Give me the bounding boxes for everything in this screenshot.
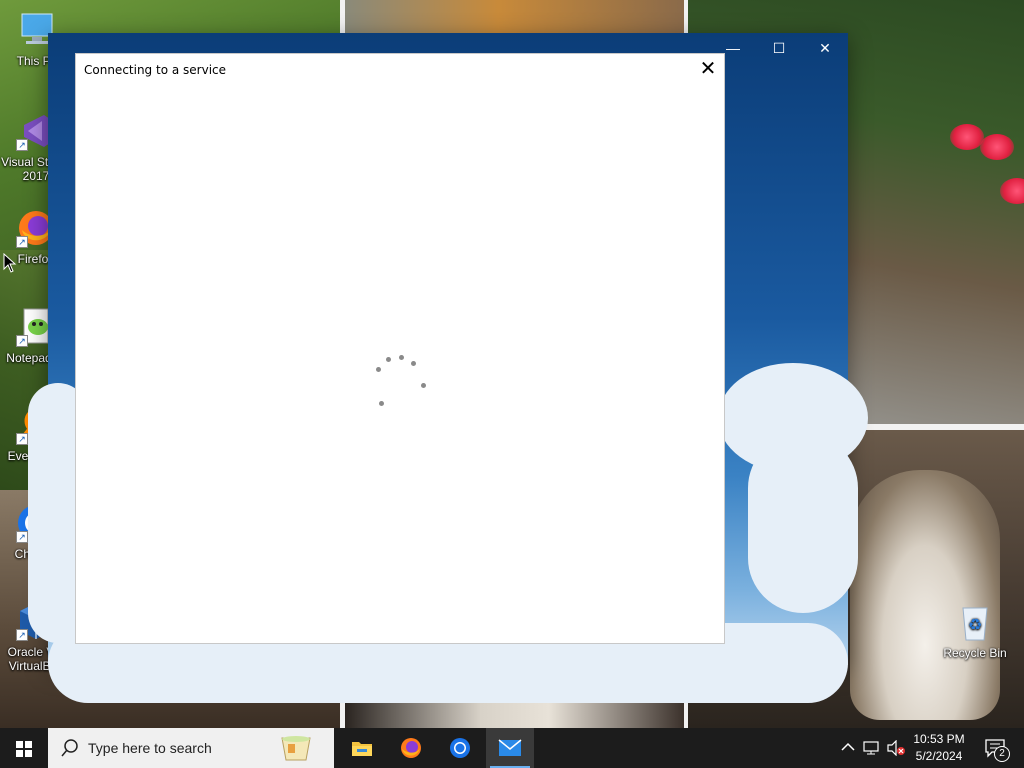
chrome-icon [450,738,470,758]
volume-button[interactable] [884,728,906,768]
clock-date: 5/2/2024 [915,749,963,763]
mouse-cursor-icon [3,252,17,273]
wallpaper-flower [950,124,984,150]
desktop-icon-recycle-bin[interactable]: ♻ Recycle Bin [937,602,1013,660]
window-close-button[interactable]: ✕ [802,33,848,63]
file-explorer-icon [352,742,372,756]
spinner-dot [399,355,404,360]
search-placeholder: Type here to search [88,740,212,756]
desktop-icon-label: Recycle Bin [943,646,1007,660]
svg-text:♻: ♻ [968,615,982,634]
mail-icon [498,739,522,756]
start-button[interactable] [0,728,48,768]
taskbar-chrome-button[interactable] [436,728,484,768]
action-center-button[interactable]: 2 [978,728,1018,768]
window-maximize-button[interactable]: ☐ [756,33,802,63]
windows-logo-icon [16,741,32,757]
wallpaper-flower [1000,178,1024,204]
shortcut-arrow-icon: ↗ [16,433,28,445]
spinner-dot [386,357,391,362]
shortcut-arrow-icon: ↗ [16,335,28,347]
taskbar: Type here to search 10:53 PM 5/2/2024 2 [0,728,1024,768]
taskbar-mail-button[interactable] [486,728,534,768]
frame-cloud [748,433,858,613]
notification-count-badge: 2 [994,746,1010,762]
search-highlight-tea-icon [276,732,316,764]
taskbar-file-explorer-button[interactable] [338,728,386,768]
chevron-up-icon [841,742,855,751]
network-status-button[interactable] [860,728,882,768]
wallpaper-flower [980,134,1014,160]
shortcut-arrow-icon: ↗ [16,629,28,641]
taskbar-firefox-button[interactable] [387,728,435,768]
firefox-icon [401,738,421,758]
recycle-bin-icon: ♻ [955,602,995,642]
taskbar-clock[interactable]: 10:53 PM 5/2/2024 [908,731,970,765]
volume-muted-icon [887,740,905,756]
search-icon [60,738,80,758]
wallpaper-cat [850,470,1000,720]
dialog-close-button[interactable]: ✕ [692,54,724,84]
clock-time: 10:53 PM [913,732,965,746]
shortcut-arrow-icon: ↗ [16,139,28,151]
connecting-dialog: Connecting to a service ✕ [75,53,725,644]
shortcut-arrow-icon: ↗ [16,236,28,248]
taskbar-search-box[interactable]: Type here to search [48,728,334,768]
dialog-title: Connecting to a service [84,63,227,77]
spinner-dot [376,367,381,372]
spinner-dot [379,401,384,406]
shortcut-arrow-icon: ↗ [16,531,28,543]
network-icon [863,741,879,755]
spinner-dot [421,383,426,388]
spinner-dot [411,361,416,366]
loading-spinner-icon [372,351,432,411]
show-hidden-icons-button[interactable] [838,728,858,768]
